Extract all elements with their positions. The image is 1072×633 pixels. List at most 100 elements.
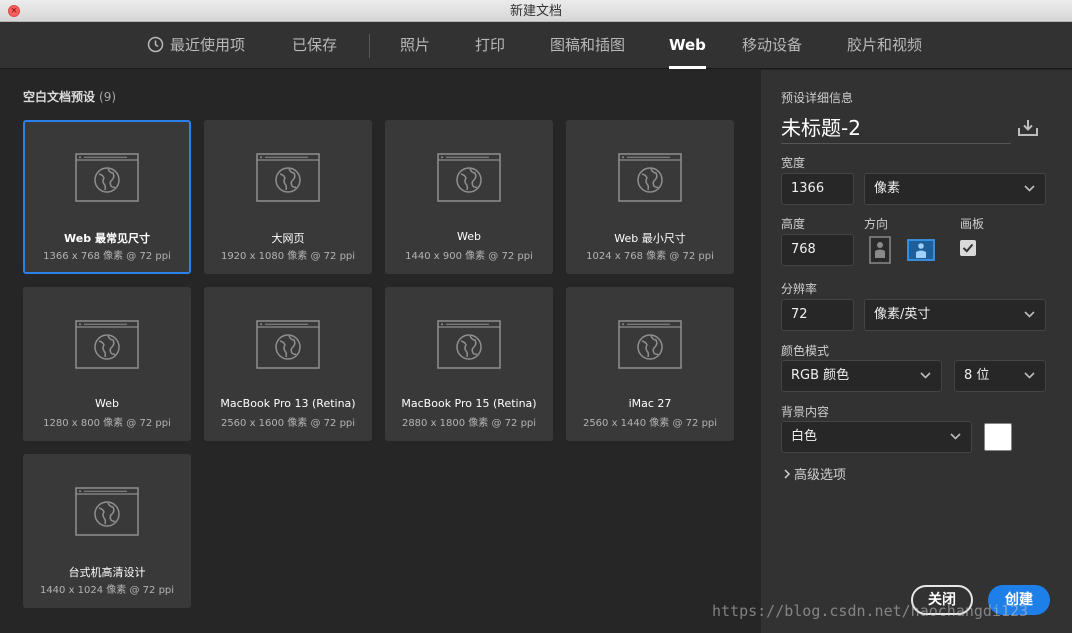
tab-web[interactable]: Web [669, 22, 706, 69]
web-document-icon [75, 153, 139, 202]
preset-name: Web [457, 230, 481, 243]
background-select[interactable]: 白色 [781, 421, 972, 453]
preset-card[interactable]: Web 最常见尺寸 1366 x 768 像素 @ 72 ppi [23, 120, 191, 274]
new-document-dialog: × 新建文档 最近使用项 已保存 照片 打印 图稿和插图 Web 移动设备 胶片… [0, 0, 1072, 633]
preset-name: 台式机高清设计 [68, 566, 146, 579]
web-document-icon [618, 320, 682, 369]
preset-spec: 1280 x 800 像素 @ 72 ppi [43, 418, 171, 429]
details-heading: 预设详细信息 [781, 91, 854, 105]
preset-name: Web 最常见尺寸 [64, 232, 150, 245]
preset-card[interactable]: 台式机高清设计 1440 x 1024 像素 @ 72 ppi [23, 454, 191, 608]
tab-label: 移动设备 [742, 36, 803, 54]
tab-label: Web [669, 36, 706, 54]
blank-presets-panel: 空白文档预设 (9) Web 最常见尺寸 1366 x 768 像素 @ 72 pp… [0, 70, 760, 633]
web-document-icon [75, 320, 139, 369]
color-mode-label: 颜色模式 [781, 344, 830, 358]
preset-card[interactable]: Web 1440 x 900 像素 @ 72 ppi [385, 120, 553, 274]
preset-spec: 1366 x 768 像素 @ 72 ppi [43, 251, 171, 262]
title-bar: × 新建文档 [0, 0, 1072, 22]
preset-spec: 2560 x 1440 像素 @ 72 ppi [582, 418, 718, 429]
category-tab-bar: 最近使用项 已保存 照片 打印 图稿和插图 Web 移动设备 胶片和视频 [0, 22, 1072, 69]
chevron-right-icon [784, 469, 791, 479]
resolution-input[interactable]: 72 [781, 299, 854, 331]
preset-spec: 2560 x 1600 像素 @ 72 ppi [220, 418, 356, 429]
portrait-orientation-icon[interactable] [867, 236, 895, 264]
web-document-icon [75, 487, 139, 536]
preset-name: Web [95, 397, 119, 410]
tab-saved[interactable]: 已保存 [292, 22, 337, 69]
web-document-icon [256, 320, 320, 369]
watermark-text: https://blog.csdn.net/haochangdi123 [712, 602, 1029, 620]
presets-count: (9) [99, 90, 117, 104]
advanced-options-toggle[interactable]: 高级选项 [783, 464, 846, 483]
tab-art-illustration[interactable]: 图稿和插图 [550, 22, 625, 69]
document-name-input[interactable]: 未标题-2 [781, 114, 1011, 144]
width-input[interactable]: 1366 [781, 173, 854, 205]
preset-card[interactable]: 大网页 1920 x 1080 像素 @ 72 ppi [204, 120, 372, 274]
tab-mobile[interactable]: 移动设备 [742, 22, 802, 69]
preset-details-panel: 预设详细信息 未标题-2 宽度 1366 像素 高度 方向 画板 768 分辨率… [761, 70, 1072, 633]
tab-photo[interactable]: 照片 [400, 22, 430, 69]
save-preset-icon[interactable] [1017, 119, 1039, 137]
resolution-unit-select[interactable]: 像素/英寸 [864, 299, 1046, 331]
clock-icon [147, 36, 164, 53]
preset-name: 大网页 [271, 232, 305, 245]
width-label: 宽度 [781, 156, 806, 170]
tab-divider [369, 34, 370, 58]
chevron-down-icon [1024, 185, 1035, 192]
tab-label: 打印 [475, 36, 506, 54]
color-mode-select[interactable]: RGB 颜色 [781, 360, 942, 392]
resolution-label: 分辨率 [781, 282, 818, 296]
chevron-down-icon [920, 372, 931, 379]
preset-spec: 1024 x 768 像素 @ 72 ppi [586, 251, 714, 262]
chevron-down-icon [1024, 311, 1035, 318]
preset-card[interactable]: iMac 27 2560 x 1440 像素 @ 72 ppi [566, 287, 734, 441]
tab-film-video[interactable]: 胶片和视频 [847, 22, 922, 69]
tab-label: 最近使用项 [170, 36, 246, 54]
chevron-down-icon [1024, 372, 1035, 379]
window-close-icon[interactable]: × [8, 5, 20, 17]
orientation-label: 方向 [864, 217, 889, 231]
preset-name: iMac 27 [628, 397, 672, 410]
preset-spec: 1440 x 900 像素 @ 72 ppi [405, 251, 533, 262]
tab-label: 胶片和视频 [847, 36, 923, 54]
presets-heading: 空白文档预设 (9) [23, 88, 116, 105]
preset-card[interactable]: MacBook Pro 13 (Retina) 2560 x 1600 像素 @ … [204, 287, 372, 441]
tab-print[interactable]: 打印 [475, 22, 505, 69]
web-document-icon [256, 153, 320, 202]
preset-name: MacBook Pro 15 (Retina) [401, 397, 537, 410]
artboard-label: 画板 [960, 217, 985, 231]
tab-label: 已保存 [292, 36, 338, 54]
preset-card[interactable]: Web 最小尺寸 1024 x 768 像素 @ 72 ppi [566, 120, 734, 274]
height-input[interactable]: 768 [781, 234, 854, 266]
height-label: 高度 [781, 217, 806, 231]
web-document-icon [437, 320, 501, 369]
chevron-down-icon [950, 433, 961, 440]
tab-label: 图稿和插图 [550, 36, 626, 54]
tab-recent[interactable]: 最近使用项 [147, 22, 245, 69]
width-unit-select[interactable]: 像素 [864, 173, 1046, 205]
width-unit-value: 像素 [874, 181, 901, 196]
presets-title: 空白文档预设 [23, 90, 96, 104]
window-title: 新建文档 [509, 4, 562, 19]
preset-spec: 1920 x 1080 像素 @ 72 ppi [220, 251, 356, 262]
background-label: 背景内容 [781, 405, 830, 419]
checkmark-icon [962, 243, 974, 253]
preset-card[interactable]: MacBook Pro 15 (Retina) 2880 x 1800 像素 @ … [385, 287, 553, 441]
artboard-checkbox[interactable] [960, 240, 976, 256]
web-document-icon [618, 153, 682, 202]
preset-name: MacBook Pro 13 (Retina) [220, 397, 356, 410]
resolution-unit-value: 像素/英寸 [874, 307, 931, 322]
bit-depth-value: 8 位 [964, 368, 990, 383]
background-color-swatch[interactable] [984, 423, 1012, 451]
landscape-orientation-icon[interactable] [907, 236, 935, 264]
preset-name: Web 最小尺寸 [614, 232, 686, 245]
color-mode-value: RGB 颜色 [791, 368, 850, 383]
background-value: 白色 [791, 429, 818, 444]
bit-depth-select[interactable]: 8 位 [954, 360, 1046, 392]
tab-label: 照片 [400, 36, 431, 54]
preset-spec: 1440 x 1024 像素 @ 72 ppi [39, 585, 175, 596]
preset-spec: 2880 x 1800 像素 @ 72 ppi [401, 418, 537, 429]
preset-card[interactable]: Web 1280 x 800 像素 @ 72 ppi [23, 287, 191, 441]
advanced-options-label: 高级选项 [794, 468, 847, 483]
